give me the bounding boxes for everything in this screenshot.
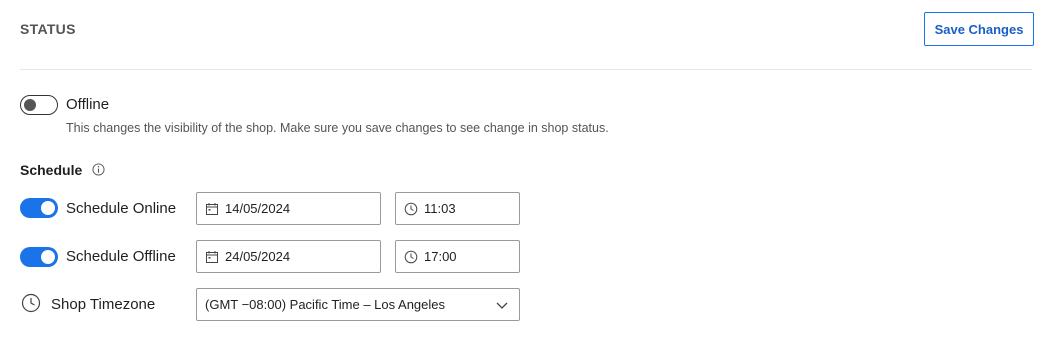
schedule-online-toggle[interactable] xyxy=(20,198,58,218)
date-value: 14/05/2024 xyxy=(225,201,291,216)
section-title: STATUS xyxy=(20,21,76,37)
toggle-knob xyxy=(41,250,55,264)
timezone-label: Shop Timezone xyxy=(51,296,156,313)
schedule-offline-label: Schedule Offline xyxy=(66,248,176,265)
status-toggle[interactable] xyxy=(20,95,58,115)
status-description: This changes the visibility of the shop.… xyxy=(66,121,609,135)
calendar-icon xyxy=(206,202,218,215)
schedule-offline-date-input[interactable]: 24/05/2024 xyxy=(196,240,381,273)
time-value: 11:03 xyxy=(424,201,456,216)
schedule-online-label: Schedule Online xyxy=(66,200,177,217)
schedule-online-date-input[interactable]: 14/05/2024 xyxy=(196,192,381,225)
toggle-knob xyxy=(24,98,36,111)
save-changes-button[interactable]: Save Changes xyxy=(924,12,1034,46)
schedule-online-time-input[interactable]: 11:03 xyxy=(395,192,520,225)
date-value: 24/05/2024 xyxy=(225,249,291,264)
schedule-offline-toggle[interactable] xyxy=(20,247,58,267)
timezone-clock-icon xyxy=(21,293,41,313)
clock-icon xyxy=(404,202,418,215)
time-value: 17:00 xyxy=(424,249,457,264)
toggle-knob xyxy=(41,201,55,215)
schedule-offline-time-input[interactable]: 17:00 xyxy=(395,240,520,273)
info-icon[interactable] xyxy=(92,163,105,176)
divider xyxy=(20,69,1032,70)
status-label: Offline xyxy=(66,96,110,113)
timezone-select[interactable]: (GMT −08:00) Pacific Time – Los Angeles xyxy=(196,288,520,321)
schedule-title: Schedule xyxy=(20,162,83,178)
chevron-down-icon xyxy=(496,302,508,309)
clock-icon xyxy=(404,250,418,263)
calendar-icon xyxy=(206,250,218,263)
timezone-value: (GMT −08:00) Pacific Time – Los Angeles xyxy=(205,297,446,312)
